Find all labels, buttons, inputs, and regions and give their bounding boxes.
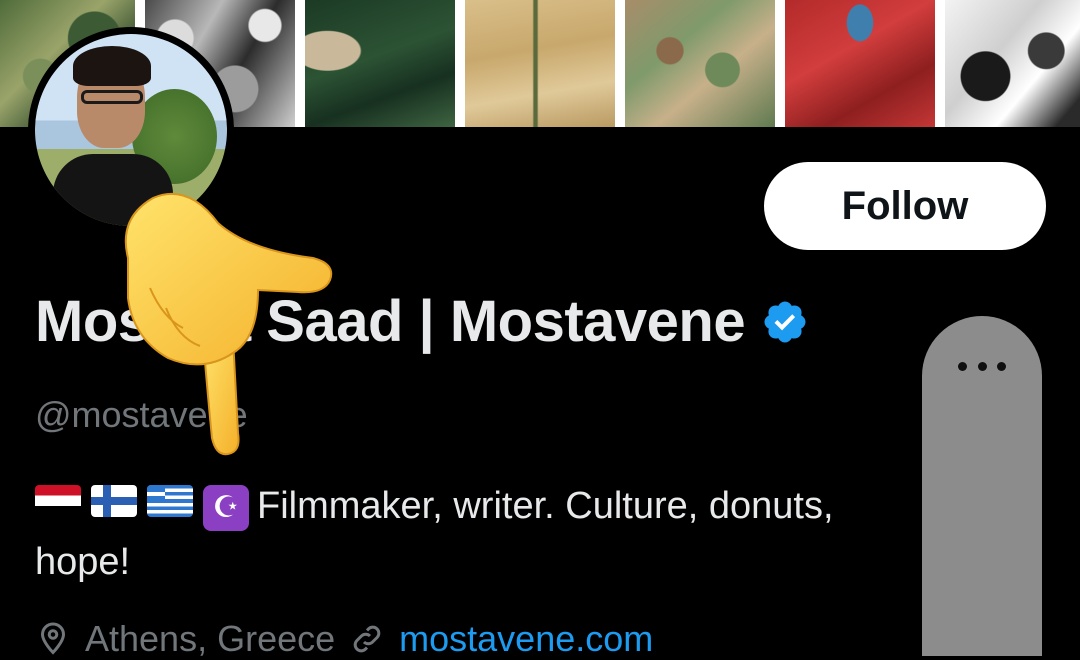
banner-tile [305,0,455,127]
finland-flag-icon [91,484,137,517]
link-icon [353,625,381,653]
star-and-crescent-icon: ☪ [203,484,249,531]
pointing-hand-emoji-icon [124,192,333,456]
banner-tile [785,0,935,127]
profile-location: Athens, Greece [85,618,336,659]
egypt-flag-icon [35,484,81,517]
profile-meta-row: Athens, Greece mostavene.com [35,618,653,660]
banner-tile [945,0,1080,127]
follow-button[interactable]: Follow [764,162,1046,250]
banner-tile [465,0,615,127]
greece-flag-icon [147,484,193,517]
more-options-icon[interactable] [958,354,1006,378]
profile-bio: ☪ Filmmaker, writer. Culture, donuts, ho… [35,478,925,590]
location-pin-icon [40,622,66,655]
profile-website-link[interactable]: mostavene.com [399,618,653,660]
verified-badge-icon[interactable] [761,298,809,346]
banner-tile [625,0,775,127]
